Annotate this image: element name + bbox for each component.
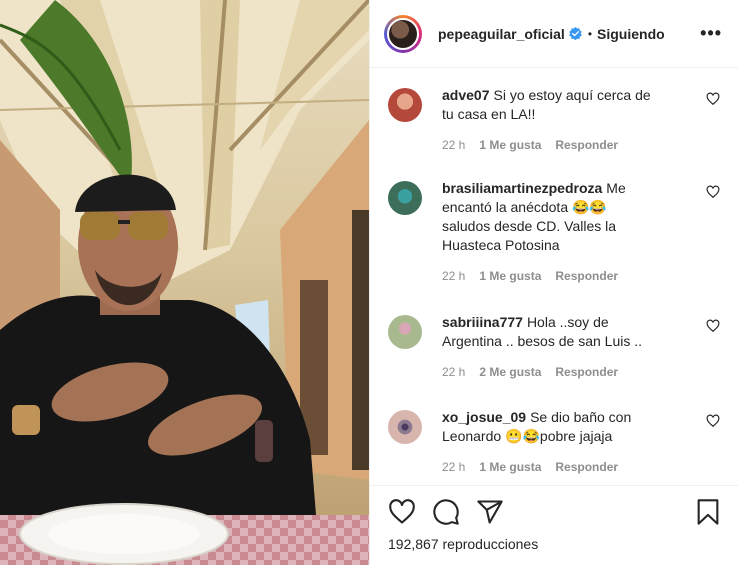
comment-like-heart-icon[interactable]	[706, 185, 720, 199]
comments-list[interactable]: adve07 Si yo estoy aquí cerca de tu casa …	[370, 68, 738, 485]
header-separator: •	[587, 26, 593, 41]
comment-likes[interactable]: 1 Me gusta	[479, 269, 541, 283]
comment-body: sabriiina777 Hola ..soy de Argentina .. b…	[442, 313, 652, 403]
comment-likes[interactable]: 1 Me gusta	[479, 460, 541, 474]
following-button[interactable]: Siguiendo	[597, 26, 665, 42]
verified-badge-icon	[569, 27, 582, 40]
paper-plane-icon[interactable]	[476, 498, 504, 526]
reply-button[interactable]: Responder	[555, 460, 618, 474]
avatar-image	[387, 17, 419, 50]
reply-button[interactable]: Responder	[555, 269, 618, 283]
comment-item: sabriiina777 Hola ..soy de Argentina .. b…	[388, 313, 722, 403]
post-actions: 192,867 reproducciones	[370, 485, 738, 565]
comment-text: xo_josue_09 Se dio baño con Leonardo 😬😂po…	[442, 408, 652, 446]
comment-username[interactable]: sabriiina777	[442, 314, 523, 330]
post-container: pepeaguilar_oficial • Siguiendo ••• adve…	[0, 0, 738, 565]
comment-body: xo_josue_09 Se dio baño con Leonardo 😬😂po…	[442, 408, 652, 485]
comment-avatar[interactable]	[388, 315, 422, 349]
comment-avatar[interactable]	[388, 181, 422, 215]
comment-avatar[interactable]	[388, 88, 422, 122]
more-options-icon[interactable]: •••	[700, 23, 722, 44]
comment-avatar[interactable]	[388, 410, 422, 444]
post-header: pepeaguilar_oficial • Siguiendo •••	[370, 0, 738, 68]
comment-username[interactable]: xo_josue_09	[442, 409, 526, 425]
comment-like-heart-icon[interactable]	[706, 92, 720, 106]
comment-likes[interactable]: 1 Me gusta	[479, 138, 541, 152]
comment-like-heart-icon[interactable]	[706, 319, 720, 333]
reply-button[interactable]: Responder	[555, 365, 618, 379]
comment-time[interactable]: 22 h	[442, 269, 465, 283]
video-frame	[0, 0, 369, 565]
heart-outline-icon[interactable]	[388, 498, 416, 526]
comment-likes[interactable]: 2 Me gusta	[479, 365, 541, 379]
comment-body: adve07 Si yo estoy aquí cerca de tu casa …	[442, 86, 652, 174]
reply-button[interactable]: Responder	[555, 138, 618, 152]
comment-meta: 22 h 2 Me gusta Responder	[442, 365, 652, 379]
comment-item: xo_josue_09 Se dio baño con Leonardo 😬😂po…	[388, 408, 722, 485]
comment-meta: 22 h 1 Me gusta Responder	[442, 269, 652, 283]
comment-item: brasiliamartinezpedroza Me encantó la ané…	[388, 179, 722, 313]
comment-meta: 22 h 1 Me gusta Responder	[442, 460, 652, 474]
comment-username[interactable]: brasiliamartinezpedroza	[442, 180, 602, 196]
comment-body: brasiliamartinezpedroza Me encantó la ané…	[442, 179, 652, 313]
comment-meta: 22 h 1 Me gusta Responder	[442, 138, 652, 152]
comment-text: adve07 Si yo estoy aquí cerca de tu casa …	[442, 86, 652, 124]
author-username[interactable]: pepeaguilar_oficial	[438, 26, 565, 42]
comment-username[interactable]: adve07	[442, 87, 489, 103]
view-count[interactable]: 192,867 reproducciones	[388, 536, 722, 552]
comment-time[interactable]: 22 h	[442, 460, 465, 474]
comment-bubble-icon[interactable]	[432, 498, 460, 526]
comment-text: brasiliamartinezpedroza Me encantó la ané…	[442, 179, 652, 255]
comment-like-heart-icon[interactable]	[706, 414, 720, 428]
comment-time[interactable]: 22 h	[442, 138, 465, 152]
comment-time[interactable]: 22 h	[442, 365, 465, 379]
comment-text: sabriiina777 Hola ..soy de Argentina .. b…	[442, 313, 652, 351]
comment-item: adve07 Si yo estoy aquí cerca de tu casa …	[388, 86, 722, 174]
video-player[interactable]	[0, 0, 369, 565]
post-side-panel: pepeaguilar_oficial • Siguiendo ••• adve…	[369, 0, 738, 565]
action-icons	[388, 498, 722, 526]
avatar[interactable]	[384, 14, 422, 53]
bookmark-icon[interactable]	[694, 498, 722, 526]
